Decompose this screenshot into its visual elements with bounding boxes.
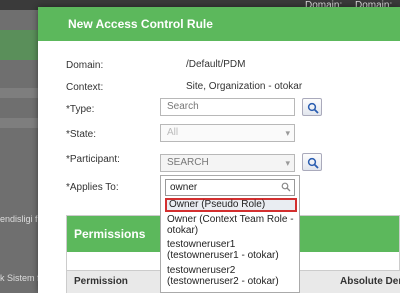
domain-label: Domain: [66,60,104,71]
participant-filter-value: owner [170,182,198,193]
participant-filter-input[interactable]: owner [165,179,295,196]
type-label: *Type: [66,104,95,115]
domain-value: /Default/PDM [186,59,246,70]
context-row: Context: Site, Organization - otokar [66,81,302,93]
participant-label: *Participant: [66,154,120,165]
applies-to-label: *Applies To: [66,182,119,193]
state-row: *State: [66,128,96,140]
background-text: endisligi f [0,214,38,224]
participant-option[interactable]: testowneruser2 (testowneruser2 - otokar) [165,265,297,287]
search-icon [281,182,291,192]
magnifier-icon [307,157,319,169]
dialog-title: New Access Control Rule [38,7,400,41]
participant-option[interactable]: testowneruser1 (testowneruser1 - otokar) [165,239,297,261]
participant-select[interactable]: SEARCH ▾ [160,154,295,172]
applies-to-row: *Applies To: [66,181,119,193]
state-select[interactable]: All ▾ [160,124,295,142]
absolute-deny-column-header: Absolute Deny [340,276,400,287]
chevron-down-icon: ▾ [285,128,290,138]
magnifier-icon [307,102,319,114]
participant-row: *Participant: [66,153,120,165]
participant-search-button[interactable] [302,153,322,171]
participant-option[interactable]: Owner (Pseudo Role) [165,198,297,212]
context-value: Site, Organization - otokar [186,81,303,92]
participant-dropdown: owner Owner (Pseudo Role) Owner (Context… [160,175,300,293]
chevron-down-icon: ▾ [285,158,290,168]
context-label: Context: [66,82,104,93]
access-control-rule-dialog: New Access Control Rule Domain: /Default… [38,7,400,293]
type-row: *Type: [66,103,94,115]
participant-option[interactable]: Owner (Context Team Role - otokar) [165,214,297,236]
state-value: All [167,127,179,138]
background-text: k Sistem f [0,273,40,283]
type-search-button[interactable] [302,98,322,116]
permission-column-header: Permission [74,276,128,287]
state-label: *State: [66,129,97,140]
type-search-input[interactable]: Search [160,98,295,116]
background-green-bar [0,30,38,60]
participant-value: SEARCH [167,157,209,168]
domain-row: Domain: /Default/PDM [66,59,245,71]
background-row [0,88,38,98]
background-row [0,118,38,128]
